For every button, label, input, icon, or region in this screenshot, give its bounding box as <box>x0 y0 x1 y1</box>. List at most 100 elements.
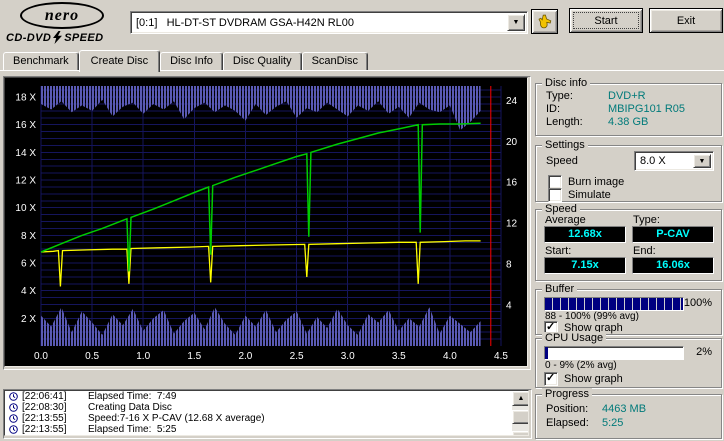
progress-title: Progress <box>542 388 593 401</box>
chart-panel: 2 X 4 X 6 X 8 X 10 X 12 X 14 X 16 X 18 X 4 8 12 16 20… <box>3 76 531 370</box>
clock-icon <box>9 414 18 423</box>
log-timestamp: [22:13:55] <box>22 424 67 435</box>
log-message: Elapsed Time: 5:25 <box>88 424 177 435</box>
log-scrollbar[interactable]: ▲ ▼ <box>512 391 528 436</box>
disc-length-label: Length: <box>546 116 583 128</box>
scroll-up-button[interactable]: ▲ <box>512 391 528 406</box>
tab-disc-info[interactable]: Disc Info <box>160 52 223 70</box>
svg-text:14 X: 14 X <box>15 148 36 159</box>
nero-logo: nero CD-DVD SPEED <box>6 2 126 47</box>
chevron-down-icon: ▼ <box>698 157 706 165</box>
speed-select[interactable]: 8.0 X ▼ <box>634 151 714 171</box>
settings-title: Settings <box>542 139 588 152</box>
speed-group-title: Speed <box>542 203 580 216</box>
event-log-list[interactable]: [22:06:41] Elapsed Time: 7:49 [22:08:30]… <box>4 390 529 436</box>
start-button[interactable]: Start <box>569 8 643 33</box>
tab-bar: Benchmark Create Disc Disc Info Disc Qua… <box>3 50 369 72</box>
log-timestamp: [22:08:30] <box>22 402 67 413</box>
svg-text:8 X: 8 X <box>21 231 36 242</box>
svg-text:18 X: 18 X <box>15 93 36 104</box>
hand-icon <box>537 14 551 28</box>
disc-id-value: MBIPG101 R05 <box>608 103 686 115</box>
cpu-usage-title: CPU Usage <box>542 332 607 345</box>
cpu-usage-group: CPU Usage 2% 0 - 9% (2% avg) ✓ Show grap… <box>535 332 722 388</box>
start-speed-label: Start: <box>545 245 572 257</box>
buffer-group: Buffer 100% 88 - 100% (99% avg) ✓ Show g… <box>535 283 722 335</box>
checkmark-icon: ✓ <box>546 371 556 384</box>
chevron-down-icon: ▼ <box>512 19 520 26</box>
position-value: 4463 MB <box>602 403 647 415</box>
scroll-down-icon: ▼ <box>518 435 525 436</box>
scroll-down-button[interactable]: ▼ <box>512 431 528 436</box>
tab-disc-quality[interactable]: Disc Quality <box>222 52 302 70</box>
svg-text:6 X: 6 X <box>21 259 36 270</box>
svg-text:8: 8 <box>506 260 512 271</box>
svg-text:2.5: 2.5 <box>290 351 304 362</box>
speed-group: Speed Average Type: 12.68x P-CAV Start: … <box>535 203 722 281</box>
log-row: [22:13:55] Elapsed Time: 5:25 <box>5 424 528 435</box>
disc-info-group: Disc info Type: DVD+R ID: MBIPG101 R05 L… <box>535 77 722 136</box>
settings-group: Settings Speed 8.0 X ▼ ✓ Burn image ✓ Si… <box>535 139 722 202</box>
buffer-level-bar <box>544 297 684 311</box>
logo-product-left: CD-DVD <box>6 31 52 44</box>
log-timestamp: [22:06:41] <box>22 391 67 402</box>
svg-text:3.0: 3.0 <box>341 351 355 362</box>
svg-text:16: 16 <box>506 178 518 189</box>
log-row: [22:06:41] Elapsed Time: 7:49 <box>5 391 528 402</box>
svg-text:2.0: 2.0 <box>238 351 252 362</box>
simulate-label: Simulate <box>568 188 611 201</box>
tab-benchmark[interactable]: Benchmark <box>3 52 79 70</box>
svg-text:1.5: 1.5 <box>187 351 201 362</box>
tab-scandisc[interactable]: ScanDisc <box>301 52 369 70</box>
checkmark-icon: ✓ <box>546 320 556 333</box>
elapsed-value: 5:25 <box>602 417 624 429</box>
disc-length-value: 4.38 GB <box>608 116 649 128</box>
cpu-usage-bar <box>544 346 684 360</box>
cpu-percent: 2% <box>696 346 712 358</box>
elapsed-label: Elapsed: <box>546 417 589 429</box>
position-label: Position: <box>546 403 589 415</box>
end-speed-label: End: <box>633 245 656 257</box>
svg-text:3.5: 3.5 <box>392 351 406 362</box>
disc-id-label: ID: <box>546 103 561 115</box>
write-speed-chart: 2 X 4 X 6 X 8 X 10 X 12 X 14 X 16 X 18 X 4 8 12 16 20… <box>5 78 527 366</box>
simulate-checkbox[interactable]: ✓ <box>548 187 562 202</box>
drive-select-dropdown-button[interactable]: ▼ <box>507 14 525 31</box>
cpu-show-graph-checkbox[interactable]: ✓ <box>544 371 558 386</box>
start-speed-value: 7.15x <box>544 257 626 274</box>
drive-select[interactable]: [0:1] HL-DT-ST DVDRAM GSA-H42N RL00 ▼ <box>130 11 528 34</box>
end-speed-value: 16.06x <box>632 257 714 274</box>
nero-logo-subtitle: CD-DVD SPEED <box>6 31 126 44</box>
tab-create-disc[interactable]: Create Disc <box>78 50 161 72</box>
svg-text:12 X: 12 X <box>15 176 36 187</box>
log-message: Speed:7-16 X P-CAV (12.68 X average) <box>88 413 265 424</box>
svg-text:24: 24 <box>506 96 518 107</box>
progress-group: Progress Position: 4463 MB Elapsed: 5:25 <box>535 388 722 439</box>
burn-image-row: ✓ Burn image <box>548 174 624 189</box>
buffer-level-fill <box>545 298 683 310</box>
svg-text:20: 20 <box>506 137 518 148</box>
svg-text:2 X: 2 X <box>21 314 36 325</box>
average-speed-value: 12.68x <box>544 226 626 243</box>
hand-tool-button[interactable] <box>531 9 558 34</box>
log-message: Elapsed Time: 7:49 <box>88 391 177 402</box>
clock-icon <box>9 425 18 434</box>
event-log[interactable]: [22:06:41] Elapsed Time: 7:49 [22:08:30]… <box>3 389 532 439</box>
log-row: [22:13:55] Speed:7-16 X P-CAV (12.68 X a… <box>5 413 528 424</box>
scrollbar-thumb[interactable] <box>512 410 528 424</box>
exit-button[interactable]: Exit <box>649 8 723 33</box>
svg-text:1.0: 1.0 <box>136 351 150 362</box>
speed-select-dropdown-button[interactable]: ▼ <box>693 154 711 168</box>
svg-text:16 X: 16 X <box>15 120 36 131</box>
svg-text:4.0: 4.0 <box>443 351 457 362</box>
cpu-show-graph-row: ✓ Show graph <box>544 371 623 386</box>
log-message: Creating Data Disc <box>88 402 172 413</box>
disc-type-value: DVD+R <box>608 90 646 102</box>
type-label: Type: <box>633 214 660 226</box>
svg-text:12: 12 <box>506 219 518 230</box>
buffer-percent: 100% <box>683 297 712 309</box>
svg-text:4.5: 4.5 <box>494 351 508 362</box>
burn-image-checkbox[interactable]: ✓ <box>548 174 562 189</box>
cpu-show-graph-label: Show graph <box>564 372 623 385</box>
svg-text:0.5: 0.5 <box>85 351 99 362</box>
